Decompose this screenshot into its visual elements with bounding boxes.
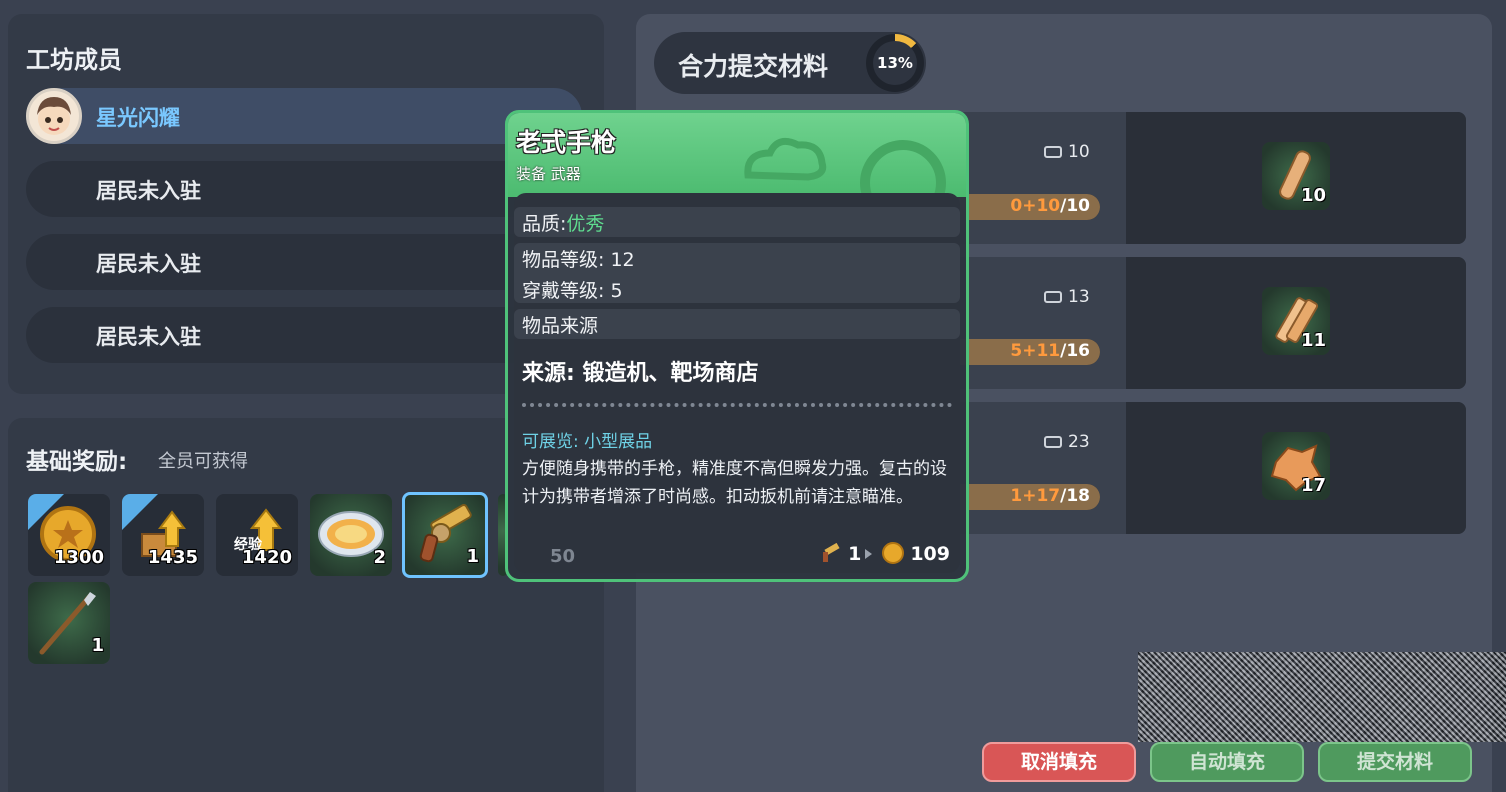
members-title: 工坊成员 [26,46,122,74]
member-row-3[interactable]: 居民未入驻 [26,234,582,290]
reward-count: 1 [466,546,479,567]
quality-line: 品质:优秀 [522,213,605,235]
reward-count: 1435 [147,547,198,568]
reward-slot-exp[interactable]: 经验 1420 [216,494,298,576]
rewards-subtitle: 全员可获得 [158,451,248,472]
avatar [26,88,82,144]
submit-header-title: 合力提交材料 [678,52,829,81]
member-row-4[interactable]: 居民未入驻 [26,307,582,363]
auto-fill-button[interactable]: 自动填充 [1150,742,1304,782]
reward-count: 1 [91,635,104,656]
item-level: 物品等级: 12 [522,249,635,271]
material-stock-count: 10 [1300,185,1326,206]
divider [522,403,952,407]
cancel-fill-button[interactable]: 取消填充 [982,742,1136,782]
reward-slot-pizza[interactable]: 2 [310,494,392,576]
material-stock-count: 17 [1300,475,1326,496]
arrow-icon [865,549,873,559]
ticket-icon [1044,291,1062,303]
reward-count: 2 [373,547,386,568]
reward-slot-coin[interactable]: 1300 [28,494,110,576]
source-header: 物品来源 [522,315,599,337]
material-need: 23 [1044,432,1090,452]
rewards-title: 基础奖励: [26,449,128,475]
reward-count: 1420 [241,547,292,568]
reward-slot-revolver[interactable]: 1 [402,492,488,578]
sell-qty: 1 [848,543,862,565]
reward-slot-spear[interactable]: 1 [28,582,110,664]
reward-slot-workshop[interactable]: 1435 [122,494,204,576]
reward-count: 1300 [53,547,104,568]
member-row-2[interactable]: 居民未入驻 [26,161,582,217]
sell-info: 1 109 [819,542,950,565]
progress-pie: 13% [866,34,924,92]
member-name: 居民未入驻 [96,252,201,276]
coin-icon [882,542,905,564]
tooltip-header: 老式手枪 装备 武器 [508,113,966,197]
tooltip-body: 品质:优秀 物品等级: 12 穿戴等级: 5 物品来源 来源: 锻造机、靶场商店… [514,193,960,573]
material-stock-count: 11 [1300,330,1326,351]
revolver-icon [823,542,841,562]
material-need: 13 [1044,287,1090,307]
progress-label: 13% [873,41,917,85]
display-label: 可展览: 小型展品 [522,432,653,452]
member-name: 居民未入驻 [96,325,201,349]
member-name: 居民未入驻 [96,179,201,203]
submit-materials-button[interactable]: 提交材料 [1318,742,1472,782]
home-tag-icon [122,494,158,530]
material-icon-slot[interactable]: 10 [1262,142,1330,210]
bar-text: 1+17/18 [1010,486,1090,506]
wear-level: 穿戴等级: 5 [522,280,623,302]
material-icon-slot[interactable]: 17 [1262,432,1330,500]
item-tooltip: 老式手枪 装备 武器 品质:优秀 物品等级: 12 穿戴等级: 5 物品来源 来… [505,110,969,582]
ticket-icon [1044,146,1062,158]
material-need: 10 [1044,142,1090,162]
obscured-area [1138,652,1506,742]
member-row-1[interactable]: 星光闪耀 [26,88,582,144]
bar-text: 0+10/10 [1010,196,1090,216]
home-tag-icon [28,494,64,530]
member-name: 星光闪耀 [96,106,180,130]
item-description: 方便随身携带的手枪，精准度不高但瞬发力强。复古的设计为携带者增添了时尚感。扣动扳… [522,459,947,507]
source-text: 来源: 锻造机、靶场商店 [522,361,759,386]
item-type: 装备 武器 [516,165,581,183]
sell-price: 109 [910,543,950,565]
material-icon-slot[interactable]: 11 [1262,287,1330,355]
item-title: 老式手枪 [516,128,617,157]
ticket-icon [1044,436,1062,448]
submit-header: 合力提交材料 13% [654,32,926,94]
reward-count-hidden: 50 [550,546,576,567]
bar-text: 5+11/16 [1010,341,1090,361]
